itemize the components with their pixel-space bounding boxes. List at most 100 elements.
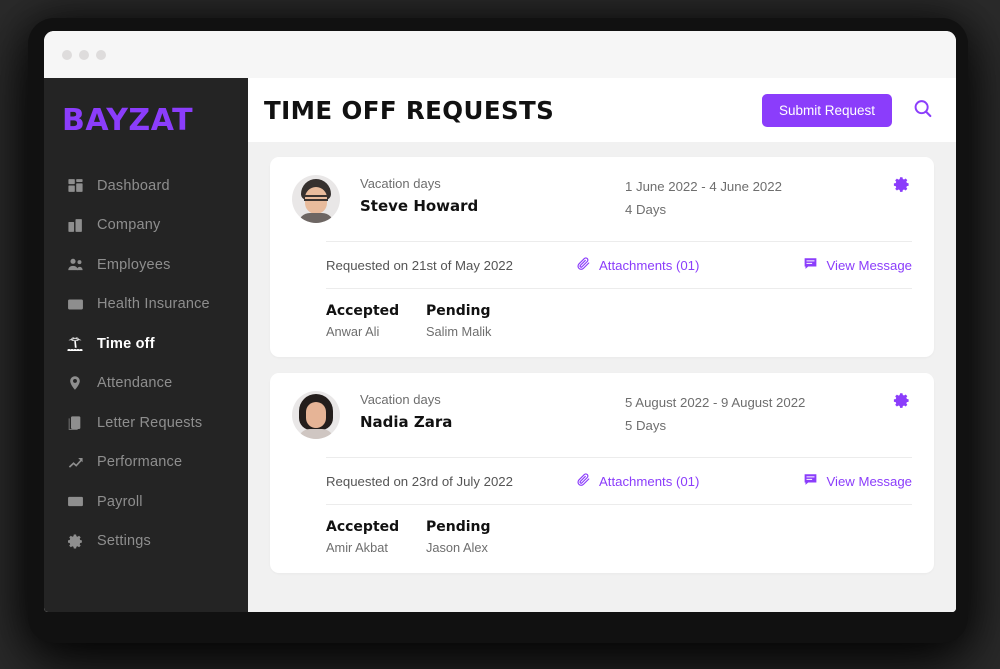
app-logo[interactable]: BAYZAT: [44, 95, 248, 147]
sidebar-item-time-off[interactable]: Time off: [44, 324, 248, 364]
employee-name: Steve Howard: [360, 196, 479, 215]
avatar: [292, 391, 340, 439]
document-icon: [66, 414, 84, 432]
days-count: 5 Days: [625, 417, 667, 433]
attachments-link[interactable]: Attachments (01): [576, 472, 803, 490]
people-icon: [66, 256, 84, 274]
sidebar-item-label: Settings: [97, 533, 151, 550]
sidebar-item-employees[interactable]: Employees: [44, 245, 248, 285]
building-icon: [66, 216, 84, 234]
sidebar-item-label: Employees: [97, 256, 171, 273]
approval-person: Salim Malik: [426, 324, 492, 339]
time-off-request-card: Vacation days Nadia Zara 5 August 2022 -…: [270, 373, 934, 573]
attachments-label: Attachments (01): [599, 257, 700, 273]
gear-icon: [892, 175, 911, 197]
request-dates-column: 5 August 2022 - 9 August 2022 5 Days: [625, 391, 890, 436]
gear-icon: [892, 391, 911, 413]
approval-item: Pending Salim Malik: [426, 303, 526, 339]
location-pin-icon: [66, 374, 84, 392]
sidebar-nav: Dashboard Company Employees Health Insuranc…: [44, 166, 248, 561]
message-icon: [803, 472, 818, 490]
sidebar-item-label: Dashboard: [97, 177, 170, 194]
approval-item: Pending Jason Alex: [426, 519, 526, 555]
dashboard-icon: [66, 177, 84, 195]
view-message-link[interactable]: View Message: [803, 472, 912, 490]
approvals-row: Accepted Anwar Ali Pending Salim Malik: [292, 289, 912, 341]
approval-person: Anwar Ali: [326, 324, 380, 339]
trend-up-icon: [66, 453, 84, 471]
search-button[interactable]: [910, 97, 936, 123]
request-type-column: Vacation days Nadia Zara: [360, 391, 625, 431]
sidebar-item-label: Health Insurance: [97, 296, 210, 313]
minimize-dot[interactable]: [79, 49, 89, 60]
avatar-face: [306, 402, 326, 428]
sidebar-item-label: Company: [97, 217, 161, 234]
approval-status: Accepted: [326, 303, 400, 319]
avatar-shoulders: [298, 429, 334, 439]
sidebar-item-dashboard[interactable]: Dashboard: [44, 166, 248, 206]
page-header: TIME OFF REQUESTS Submit Request: [248, 78, 956, 142]
sidebar-item-label: Time off: [97, 335, 155, 352]
request-dates-column: 1 June 2022 - 4 June 2022 4 Days: [625, 175, 890, 220]
page-title: TIME OFF REQUESTS: [264, 95, 555, 125]
sidebar-item-company[interactable]: Company: [44, 206, 248, 246]
sidebar-item-performance[interactable]: Performance: [44, 443, 248, 483]
sidebar-item-label: Attendance: [97, 375, 173, 392]
attachments-link[interactable]: Attachments (01): [576, 256, 803, 274]
main-area: TIME OFF REQUESTS Submit Request Vacatio…: [248, 78, 956, 612]
requested-on: Requested on 21st of May 2022: [326, 257, 513, 273]
request-summary: Vacation days Steve Howard 1 June 2022 -…: [292, 175, 912, 241]
attachments-label: Attachments (01): [599, 473, 700, 489]
gear-icon: [66, 532, 84, 550]
leave-type: Vacation days: [360, 176, 441, 191]
request-summary: Vacation days Nadia Zara 5 August 2022 -…: [292, 391, 912, 457]
sidebar-item-label: Letter Requests: [97, 414, 203, 431]
submit-request-button[interactable]: Submit Request: [761, 93, 892, 127]
sidebar-item-health-insurance[interactable]: Health Insurance: [44, 285, 248, 325]
view-message-label: View Message: [826, 473, 912, 489]
approval-status: Pending: [426, 519, 491, 535]
message-icon: [803, 256, 818, 274]
sidebar-item-letter-requests[interactable]: Letter Requests: [44, 403, 248, 443]
request-meta-row: Requested on 21st of May 2022 Attachment…: [292, 242, 912, 288]
request-settings-button[interactable]: [890, 391, 912, 413]
maximize-dot[interactable]: [96, 49, 106, 60]
close-dot[interactable]: [62, 49, 72, 60]
app-body: BAYZAT Dashboard Company Employees Health I…: [44, 78, 956, 612]
days-count: 4 Days: [625, 201, 667, 217]
paperclip-icon: [576, 256, 591, 274]
time-off-request-card: Vacation days Steve Howard 1 June 2022 -…: [270, 157, 934, 357]
employee-name: Nadia Zara: [360, 412, 453, 431]
request-type-column: Vacation days Steve Howard: [360, 175, 625, 215]
logo-text: BAYZAT: [62, 103, 194, 138]
money-icon: [66, 493, 84, 511]
window-titlebar: [44, 31, 956, 78]
approval-status: Pending: [426, 303, 491, 319]
approval-item: Accepted Anwar Ali: [326, 303, 426, 339]
sidebar-item-payroll[interactable]: Payroll: [44, 482, 248, 522]
paperclip-icon: [576, 472, 591, 490]
request-settings-button[interactable]: [890, 175, 912, 197]
leave-type: Vacation days: [360, 392, 441, 407]
requested-on: Requested on 23rd of July 2022: [326, 473, 513, 489]
sidebar-item-attendance[interactable]: Attendance: [44, 364, 248, 404]
approval-person: Jason Alex: [426, 540, 488, 555]
insurance-card-icon: [66, 295, 84, 313]
approval-status: Accepted: [326, 519, 400, 535]
view-message-link[interactable]: View Message: [803, 256, 912, 274]
sidebar-item-settings[interactable]: Settings: [44, 522, 248, 562]
search-icon: [912, 98, 934, 123]
palm-tree-icon: [66, 335, 84, 353]
date-range: 1 June 2022 - 4 June 2022: [625, 179, 782, 194]
view-message-label: View Message: [826, 257, 912, 273]
avatar-shoulders: [298, 213, 334, 223]
sidebar: BAYZAT Dashboard Company Employees Health I…: [44, 78, 248, 612]
requests-list: Vacation days Steve Howard 1 June 2022 -…: [248, 142, 956, 612]
approval-person: Amir Akbat: [326, 540, 388, 555]
avatar: [292, 175, 340, 223]
avatar-glasses: [304, 195, 328, 201]
date-range: 5 August 2022 - 9 August 2022: [625, 395, 806, 410]
sidebar-item-label: Payroll: [97, 493, 143, 510]
request-meta-row: Requested on 23rd of July 2022 Attachmen…: [292, 458, 912, 504]
approvals-row: Accepted Amir Akbat Pending Jason Alex: [292, 505, 912, 557]
